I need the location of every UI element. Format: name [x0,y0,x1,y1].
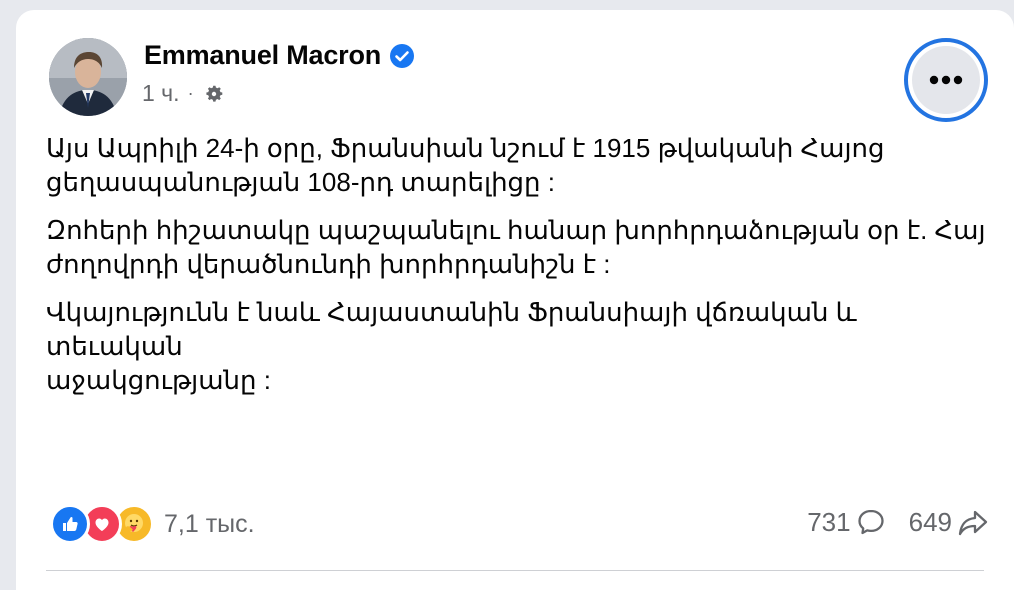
author-header: Emmanuel Macron [144,40,415,71]
divider [46,570,984,571]
comments-count-link[interactable]: 731 [807,506,886,538]
comments-count: 731 [807,506,851,537]
more-options-icon [912,46,980,114]
like-icon [50,504,90,544]
post-timestamp[interactable]: 1 ч. [142,80,180,107]
post-meta: 1 ч. · [142,80,226,107]
share-icon [956,506,990,538]
more-options-button[interactable] [904,38,988,122]
meta-separator: · [187,83,194,103]
shares-count: 649 [908,506,952,537]
gear-icon[interactable] [202,82,226,106]
reaction-count[interactable]: 7,1 тыс. [164,510,255,539]
author-name[interactable]: Emmanuel Macron [144,40,381,71]
post-paragraph: Այս Ապրիլի 24-ի օրը, Ֆրանսիան նշում է 19… [46,133,885,197]
post-paragraph: Զոհերի հիշատակը պաշպանելու հանար խորհրդա… [46,215,986,279]
post-paragraph: Վկայությունն է նաև Հայաստանին Ֆրանսիայի … [46,297,857,395]
shares-count-link[interactable]: 649 [909,506,990,538]
post-card: Emmanuel Macron 1 ч. · Այս Ապրիլի 24-ի օ… [16,10,1014,590]
reactions-summary[interactable]: 7,1 тыс. [50,504,255,544]
post-text: Այս Ապրիլի 24-ի օրը, Ֆրանսիան նշում է 19… [46,131,996,411]
avatar[interactable] [49,38,127,116]
comment-icon [855,506,887,538]
post-stats: 731 649 [807,506,990,538]
verified-badge-icon [389,43,415,69]
